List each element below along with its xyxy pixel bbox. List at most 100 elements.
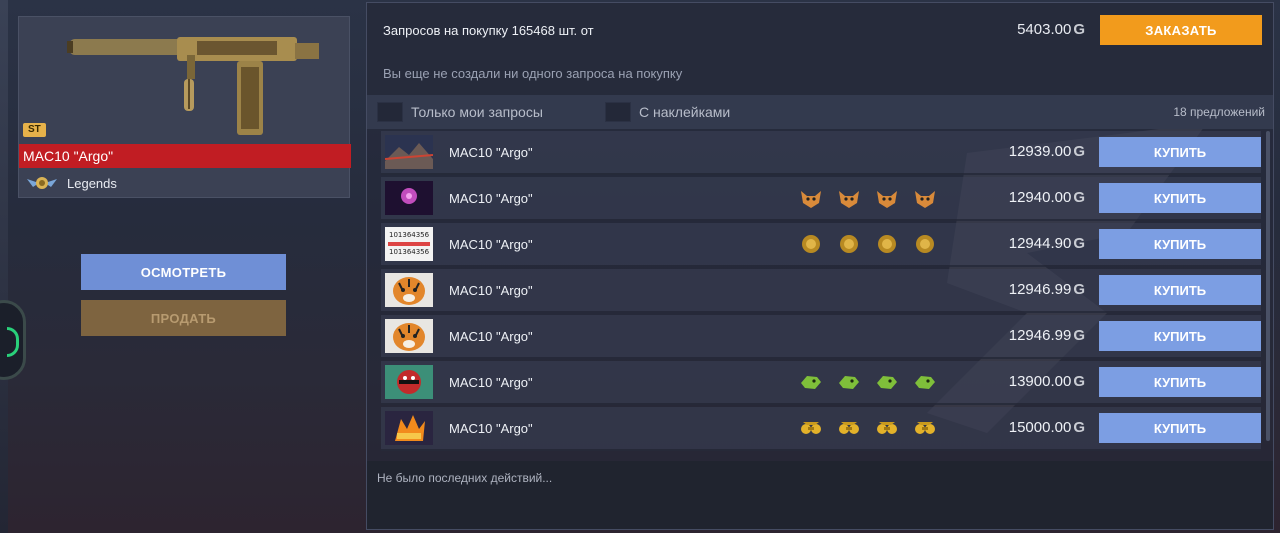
market-panel: Запросов на покупку 165468 шт. от 5403.0… [366,2,1274,530]
gold-goggles-sticker [875,417,899,439]
rarity-label: Legends [67,175,117,191]
fox-sticker [799,187,823,209]
gold-currency-icon: G [1073,21,1085,38]
offer-item-name: MAC10 "Argo" [449,237,533,252]
offer-price-value: 15000.00 [1008,419,1072,436]
gold-currency-icon: G [1073,419,1085,436]
recent-activity-message: Не было последних действий... [377,471,553,485]
offer-row: MAC10 "Argo" 12940.00 G КУПИТЬ [381,177,1261,221]
buy-button[interactable]: КУПИТЬ [1099,275,1261,305]
weapon-mac10-image [67,37,319,135]
buy-button[interactable]: КУПИТЬ [1099,229,1261,259]
offer-price: 12946.99 G [1009,327,1085,344]
filter-with-stickers[interactable]: С наклейками [605,102,730,122]
gold-currency-icon: G [1073,327,1085,344]
offer-row: MAC10 "Argo" 12946.99 G КУПИТЬ [381,269,1261,313]
buy-order-min-price: 5403.00 G [1017,21,1085,38]
offer-item-name: MAC10 "Argo" [449,421,533,436]
progress-arc-icon [7,327,19,357]
thumb-text-line: 101364356 [389,248,430,256]
min-price-value: 5403.00 [1017,21,1072,38]
gold-currency-icon: G [1073,143,1085,160]
offer-row: MAC10 "Argo" 12939.00 G КУПИТЬ [381,131,1261,175]
sticker-list [799,417,937,439]
offer-item-name: MAC10 "Argo" [449,329,533,344]
fire-logo-thumb [385,411,433,445]
filter-only-mine[interactable]: Только мои запросы [377,102,543,122]
gold-currency-icon: G [1073,235,1085,252]
text-note-thumb: 101364356 101364356 [385,227,433,261]
sticker-list [799,187,937,209]
offers-count: 18 предложений [1173,105,1265,119]
offer-item-name: MAC10 "Argo" [449,145,533,160]
gold-lion-sticker [837,233,861,255]
with-stickers-checkbox[interactable] [605,102,631,122]
green-dragon-sticker [799,371,823,393]
green-dragon-sticker [875,371,899,393]
thumb-text-line: 101364356 [389,231,430,239]
recent-activity-panel: Не было последних действий... [367,461,1273,529]
offer-price: 15000.00 G [1009,419,1085,436]
gold-lion-sticker [799,233,823,255]
offer-row: 101364356 101364356 MAC10 "Argo" 12944.90 G К… [381,223,1261,267]
offer-price: 13900.00 G [1009,373,1085,390]
offer-row: MAC10 "Argo" 12946.99 G КУПИТЬ [381,315,1261,359]
offer-price: 12940.00 G [1009,189,1085,206]
rarity-row: Legends [25,172,117,194]
side-menu-handle[interactable] [0,300,26,380]
offer-row: MAC10 "Argo" 15000.00 G КУПИТЬ [381,407,1261,451]
tiger-thumb [385,273,433,307]
place-order-button[interactable]: ЗАКАЗАТЬ [1100,15,1262,45]
gold-lion-sticker [875,233,899,255]
tiger-thumb [385,319,433,353]
fox-sticker [913,187,937,209]
mountain-thumb [385,135,433,169]
only-mine-label: Только мои запросы [411,104,543,120]
offer-price-value: 13900.00 [1008,373,1072,390]
fox-sticker [837,187,861,209]
offer-price: 12944.90 G [1009,235,1085,252]
gold-lion-sticker [913,233,937,255]
buy-button[interactable]: КУПИТЬ [1099,183,1261,213]
offer-item-name: MAC10 "Argo" [449,191,533,206]
fox-sticker [875,187,899,209]
offers-list: MAC10 "Argo" 12939.00 G КУПИТЬ MAC10 "Argo" 1… [381,131,1261,458]
offer-price: 12946.99 G [1009,281,1085,298]
no-orders-message: Вы еще не создали ни одного запроса на п… [383,66,683,81]
left-edge-strip [0,0,8,533]
gold-currency-icon: G [1073,281,1085,298]
pink-flower-thumb [385,181,433,215]
only-mine-checkbox[interactable] [377,102,403,122]
buy-button[interactable]: КУПИТЬ [1099,413,1261,443]
green-dragon-sticker [837,371,861,393]
gold-goggles-sticker [837,417,861,439]
offer-price-value: 12946.99 [1008,281,1072,298]
offer-price-value: 12940.00 [1008,189,1072,206]
filter-bar: Только мои запросы С наклейками 18 предл… [367,95,1273,129]
buy-order-summary: Запросов на покупку 165468 шт. от [383,23,594,38]
with-stickers-label: С наклейками [639,104,731,120]
gold-goggles-sticker [913,417,937,439]
buy-order-section: Запросов на покупку 165468 шт. от 5403.0… [367,3,1273,95]
ball-face-thumb [385,365,433,399]
item-card: ST MAC10 "Argo" Legends [18,16,351,198]
stattrak-badge: ST [23,123,46,137]
sell-button[interactable]: ПРОДАТЬ [81,300,286,336]
sticker-list [799,371,937,393]
item-name: MAC10 "Argo" [19,144,351,168]
offer-row: MAC10 "Argo" 13900.00 G КУПИТЬ [381,361,1261,405]
inspect-button[interactable]: ОСМОТРЕТЬ [81,254,286,290]
offer-price-value: 12944.90 [1008,235,1072,252]
buy-button[interactable]: КУПИТЬ [1099,321,1261,351]
gold-goggles-sticker [799,417,823,439]
buy-button[interactable]: КУПИТЬ [1099,137,1261,167]
gold-currency-icon: G [1073,189,1085,206]
sticker-list [799,233,937,255]
offer-item-name: MAC10 "Argo" [449,283,533,298]
offer-item-name: MAC10 "Argo" [449,375,533,390]
green-dragon-sticker [913,371,937,393]
buy-button[interactable]: КУПИТЬ [1099,367,1261,397]
legends-wings-icon [27,177,57,189]
offers-scrollbar[interactable] [1266,131,1270,441]
gold-currency-icon: G [1073,373,1085,390]
